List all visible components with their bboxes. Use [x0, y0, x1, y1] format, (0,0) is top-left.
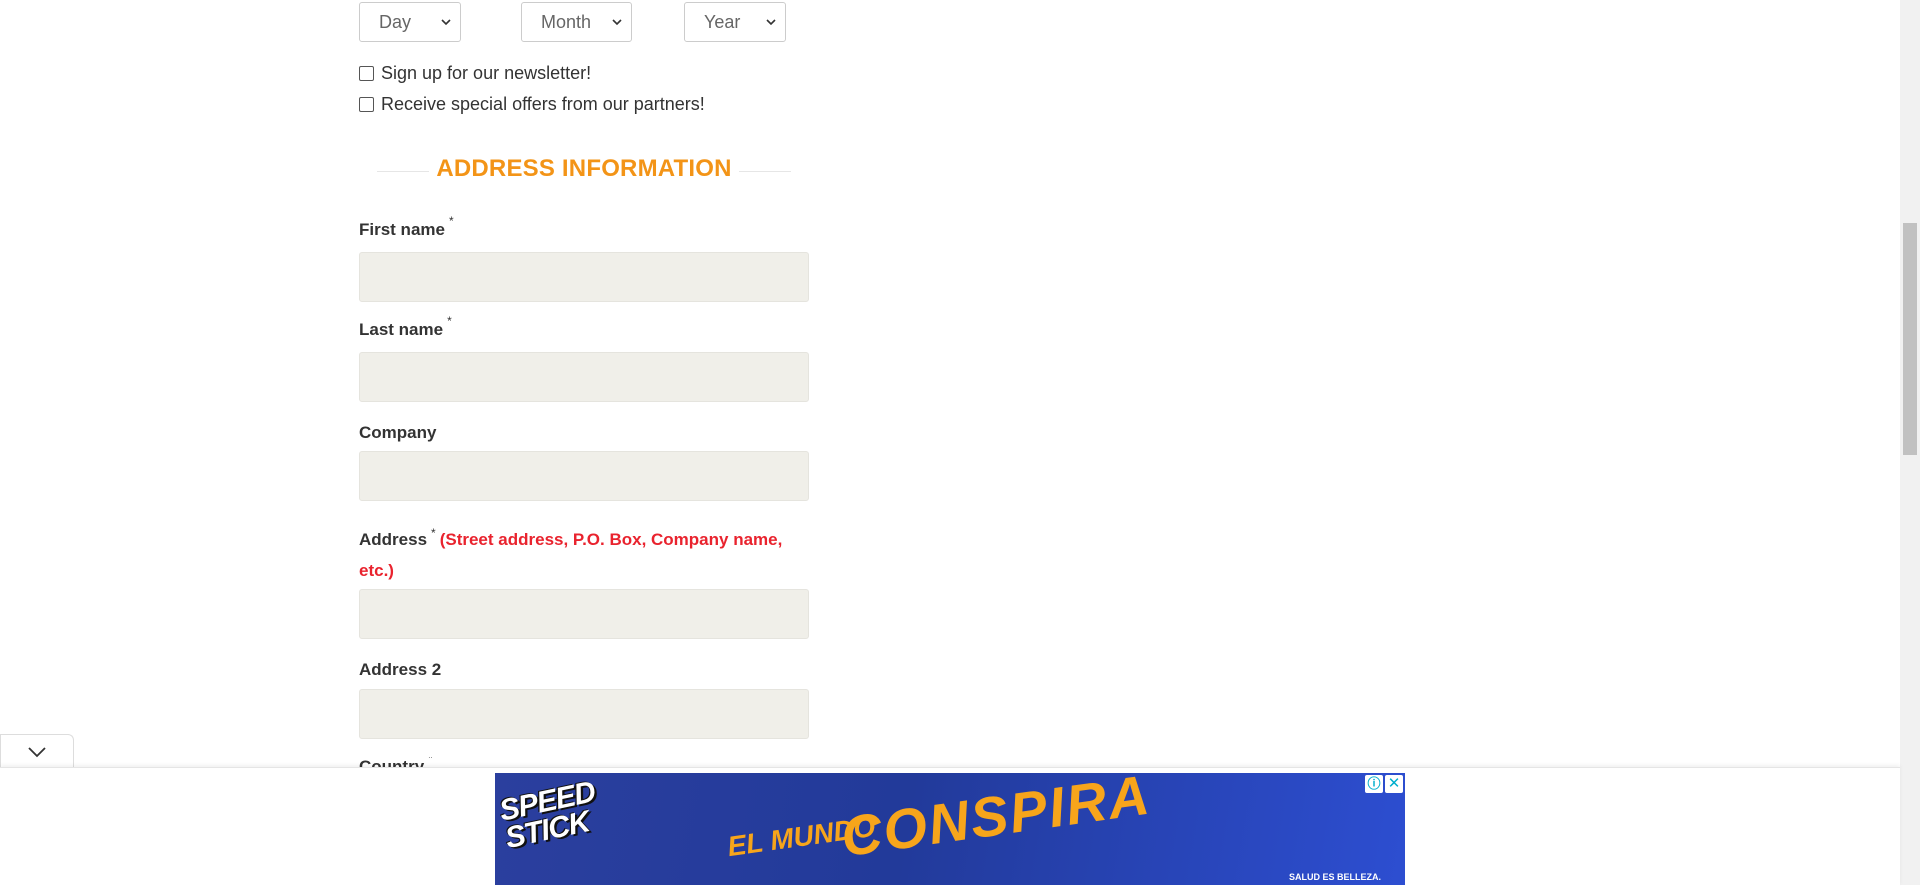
ad-tagline: SALUD ES BELLEZA. — [1288, 872, 1381, 882]
address-section-heading: ADDRESS INFORMATION — [377, 153, 791, 185]
birthdate-row: Day Month Year — [359, 2, 809, 44]
required-mark: * — [428, 757, 433, 765]
last-name-label: Last name * — [359, 314, 452, 340]
last-name-field[interactable] — [359, 352, 809, 402]
address-label: Address * (Street address, P.O. Box, Compa… — [359, 524, 809, 586]
chevron-down-icon — [441, 19, 451, 26]
address-input[interactable] — [360, 590, 808, 638]
address2-input[interactable] — [360, 690, 808, 738]
company-field[interactable] — [359, 451, 809, 501]
last-name-input[interactable] — [360, 353, 808, 401]
offers-checkbox[interactable] — [359, 97, 374, 112]
company-input[interactable] — [360, 452, 808, 500]
month-select-value: Month — [541, 11, 592, 32]
address2-label-text: Address 2 — [359, 660, 442, 679]
required-mark: * — [448, 214, 454, 228]
first-name-field[interactable] — [359, 252, 809, 302]
required-mark: * — [447, 314, 452, 328]
newsletter-label[interactable]: Sign up for our newsletter! — [381, 63, 591, 84]
address-label-text: Address — [359, 530, 428, 549]
first-name-label: First name * — [359, 214, 454, 240]
offers-option: Receive special offers from our partners… — [359, 94, 705, 115]
company-label: Company — [359, 423, 436, 443]
chevron-down-icon — [612, 19, 622, 26]
required-mark: * — [431, 526, 436, 540]
month-select[interactable]: Month — [521, 2, 632, 42]
address-field[interactable] — [359, 589, 809, 639]
address2-label: Address 2 — [359, 660, 441, 680]
year-select[interactable]: Year — [684, 2, 786, 42]
chevron-down-icon — [28, 747, 46, 758]
newsletter-option: Sign up for our newsletter! — [359, 63, 591, 84]
speed-stick-logo: SPEED STICK — [496, 775, 598, 856]
advertisement-banner[interactable]: SPEED STICK EL MUNDO CONSPIRA SALUD ES B… — [495, 773, 1405, 885]
scrollbar-thumb[interactable] — [1903, 223, 1917, 455]
company-label-text: Company — [359, 423, 437, 442]
info-icon[interactable]: ⓘ — [1365, 775, 1383, 793]
address2-field[interactable] — [359, 689, 809, 739]
close-icon[interactable]: ✕ — [1385, 775, 1403, 793]
first-name-input[interactable] — [360, 253, 808, 301]
first-name-label-text: First name — [359, 220, 445, 239]
chevron-down-icon — [766, 19, 776, 26]
last-name-label-text: Last name — [359, 320, 444, 339]
day-select[interactable]: Day — [359, 2, 461, 42]
page-scrollbar[interactable] — [1900, 0, 1920, 885]
section-title: ADDRESS INFORMATION — [436, 155, 732, 182]
offers-label[interactable]: Receive special offers from our partners… — [381, 94, 705, 115]
ad-collapse-button[interactable] — [0, 734, 74, 769]
year-select-value: Year — [704, 11, 741, 32]
newsletter-checkbox[interactable] — [359, 66, 374, 81]
day-select-value: Day — [379, 11, 412, 32]
ad-headline-big: CONSPIRA — [837, 773, 1155, 869]
